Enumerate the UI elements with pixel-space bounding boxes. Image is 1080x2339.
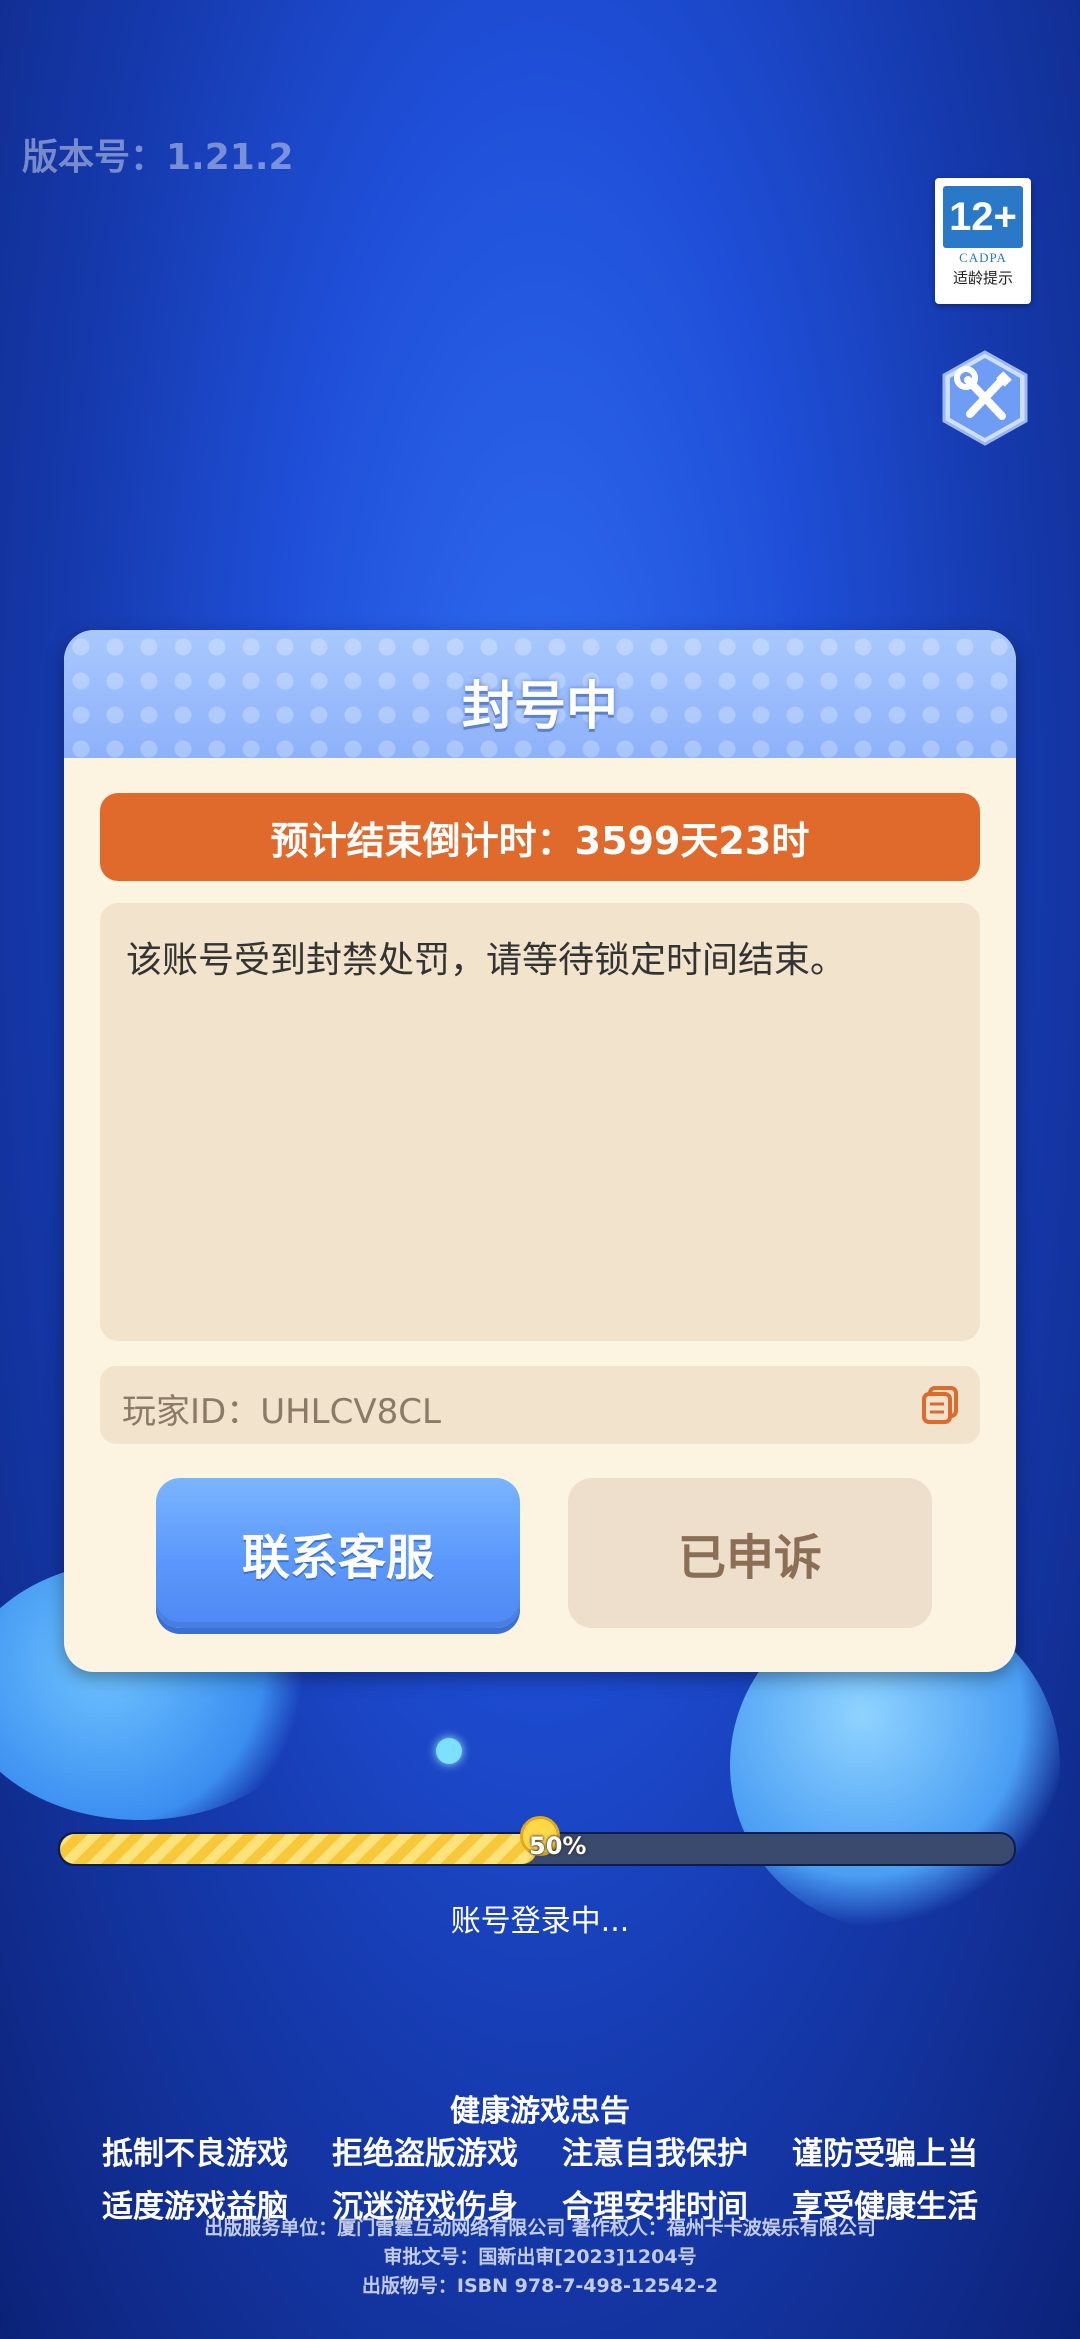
health-notice-grid: 抵制不良游戏 拒绝盗版游戏 注意自我保护 谨防受骗上当 适度游戏益脑 沉迷游戏伤… [80, 2128, 1000, 2226]
publishing-credits: 出版服务单位：厦门雷霆互动网络有限公司 著作权人：福州卡卡波娱乐有限公司 审批文… [0, 2214, 1080, 2301]
contact-support-button[interactable]: 联系客服 [156, 1478, 520, 1628]
wrench-screwdriver-icon [942, 350, 1028, 446]
credits-approval: 审批文号：国新出审[2023]1204号 [383, 2246, 697, 2268]
ban-message: 该账号受到封禁处罚，请等待锁定时间结束。 [126, 940, 847, 981]
ban-countdown: 预计结束倒计时：3599天23时 [100, 793, 980, 881]
age-rating-badge[interactable]: 12+ CADPA 适龄提示 [935, 178, 1031, 304]
age-rating-org: CADPA [959, 250, 1007, 265]
background-dot [436, 1738, 462, 1764]
age-rating-tip: 适龄提示 [952, 269, 1013, 287]
player-id-row: 玩家ID：UHLCV8CL [100, 1366, 980, 1444]
credits-isbn: 出版物号：ISBN 978-7-498-12542-2 [361, 2275, 719, 2297]
dialog-header: 封号中 [64, 630, 1016, 758]
version-label: 版本号：1.21.2 [22, 137, 294, 178]
loading-status: 账号登录中... [450, 1904, 630, 1939]
health-notice-title: 健康游戏忠告 [450, 2094, 630, 2129]
health-notice-line: 谨防受骗上当 [792, 2136, 978, 2172]
message-box: 该账号受到封禁处罚，请等待锁定时间结束。 [100, 903, 980, 1341]
health-notice-line: 注意自我保护 [562, 2136, 748, 2172]
credits-publisher: 出版服务单位：厦门雷霆互动网络有限公司 著作权人：福州卡卡波娱乐有限公司 [204, 2217, 876, 2239]
appealed-button[interactable]: 已申诉 [568, 1478, 932, 1628]
progress-fill [60, 1834, 537, 1864]
health-notice-line: 抵制不良游戏 [102, 2136, 288, 2172]
player-id-label: 玩家ID：UHLCV8CL [122, 1392, 441, 1432]
loading-progress-bar: 50% [58, 1816, 1016, 1866]
copy-icon[interactable] [920, 1384, 962, 1426]
age-rating-value: 12+ [943, 186, 1023, 248]
dialog-title: 封号中 [461, 677, 618, 737]
health-notice-line: 拒绝盗版游戏 [332, 2136, 518, 2172]
ban-dialog: 封号中 预计结束倒计时：3599天23时 该账号受到封禁处罚，请等待锁定时间结束… [64, 630, 1016, 1672]
repair-tools-button[interactable] [940, 350, 1030, 446]
progress-percent: 50% [529, 1832, 587, 1860]
